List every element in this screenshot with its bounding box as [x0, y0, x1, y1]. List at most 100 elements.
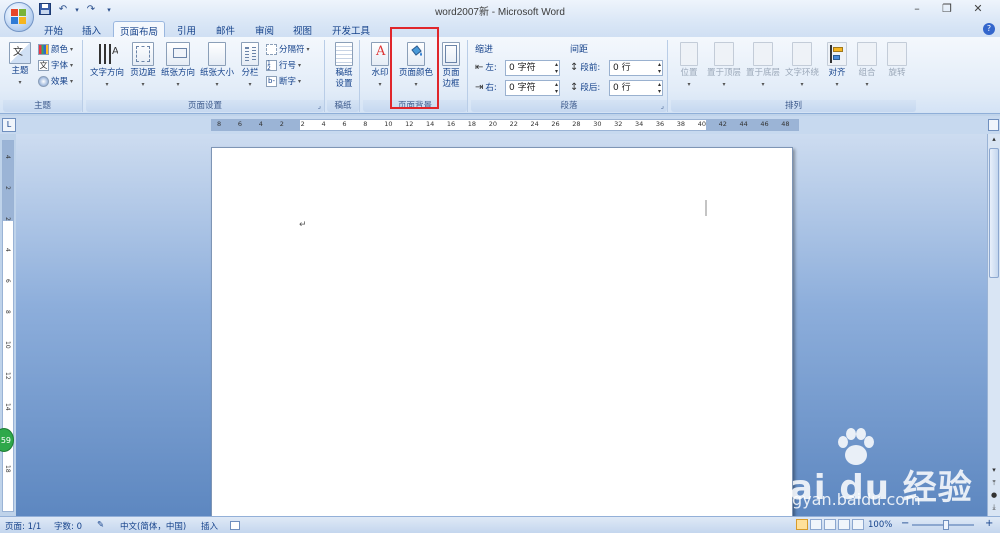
ruler-tick-label: 32: [614, 120, 623, 128]
view-ruler-button[interactable]: [988, 119, 999, 131]
restore-button[interactable]: ❐: [937, 2, 957, 15]
palette-icon: [38, 43, 49, 55]
margins-button[interactable]: 页边距 ▾: [128, 42, 158, 90]
position-label: 位置: [680, 68, 698, 78]
zoom-in-button[interactable]: +: [985, 518, 993, 529]
ruler-tick-label: 6: [4, 279, 11, 283]
vertical-ruler[interactable]: 4224681012141618: [2, 140, 14, 512]
minimize-button[interactable]: –: [907, 2, 927, 15]
spacing-before-value: 0 行: [613, 63, 631, 73]
scrollbar-thumb[interactable]: [989, 148, 999, 278]
align-icon: [827, 42, 847, 66]
scroll-down-arrow-icon[interactable]: ▾: [989, 466, 999, 477]
scroll-up-arrow-icon[interactable]: ▴: [989, 135, 999, 146]
chevron-down-icon: ▾: [70, 77, 74, 85]
draft-settings-button[interactable]: 稿纸 设置: [330, 42, 358, 90]
word-count[interactable]: 字数: 0: [54, 520, 82, 532]
zoom-level[interactable]: 100%: [868, 520, 892, 530]
view-print-layout-icon[interactable]: [796, 519, 808, 530]
proofing-icon[interactable]: ✎: [97, 520, 104, 530]
page-count[interactable]: 页面: 1/1: [5, 520, 41, 532]
group-label-page-setup: 页面设置 ⌟: [86, 100, 324, 112]
spinner-icon[interactable]: ▴ ▾: [658, 81, 661, 95]
previous-page-icon[interactable]: ⤒: [989, 479, 999, 490]
group-button[interactable]: 组合 ▾: [853, 42, 881, 90]
tab-home[interactable]: 开始: [38, 21, 69, 38]
office-button[interactable]: [4, 2, 34, 32]
ruler-tick-label: 40: [697, 120, 706, 128]
vertical-scrollbar[interactable]: ▴ ▾ ⤒ ● ⤓: [987, 134, 1000, 516]
ruler-top-margin: [3, 141, 13, 221]
ruler-tick-label: 18: [4, 465, 11, 473]
indent-right-input[interactable]: 0 字符 ▴ ▾: [505, 80, 560, 96]
office-logo-icon: [11, 9, 27, 25]
group-label-page-setup-text: 页面设置: [187, 101, 222, 111]
language-indicator[interactable]: 中文(简体，中国): [120, 520, 186, 532]
view-web-layout-icon[interactable]: [824, 519, 836, 530]
view-draft-icon[interactable]: [852, 519, 864, 530]
svg-text:A: A: [112, 46, 118, 57]
breaks-button[interactable]: 分隔符 ▾: [266, 42, 310, 56]
theme-colors-button[interactable]: 颜色 ▾: [38, 42, 73, 56]
theme-button[interactable]: 文 主题 ▾: [6, 42, 34, 88]
indent-right-icon: ⇥: [475, 81, 484, 93]
view-full-screen-icon[interactable]: [810, 519, 822, 530]
text-direction-button[interactable]: A 文字方向 ▾: [88, 42, 126, 90]
theme-fonts-button[interactable]: 文 字体 ▾: [38, 58, 73, 72]
group-label-arrange: 排列: [671, 100, 916, 112]
horizontal-ruler[interactable]: 8 6 4 2 2 4 6 8 10 12 14 16 18 20 22 24 26 28 30 32 34 36 38 40…: [211, 119, 799, 131]
indent-left-input[interactable]: 0 字符 ▴ ▾: [505, 60, 560, 76]
indent-left-value: 0 字符: [509, 63, 536, 73]
group-label-paragraph: 段落 ⌟: [471, 100, 667, 112]
spacing-after-input[interactable]: 0 行 ▴ ▾: [609, 80, 663, 96]
spinner-icon[interactable]: ▴ ▾: [555, 81, 558, 95]
tab-insert[interactable]: 插入: [76, 21, 107, 38]
macro-record-icon[interactable]: [230, 521, 240, 530]
tab-references[interactable]: 引用: [171, 21, 202, 38]
tab-review[interactable]: 审阅: [249, 21, 280, 38]
tab-view[interactable]: 视图: [287, 21, 318, 38]
document-page[interactable]: ↵: [211, 147, 793, 516]
size-button[interactable]: 纸张大小 ▾: [198, 42, 236, 90]
align-button[interactable]: 对齐 ▾: [823, 42, 851, 90]
indent-heading: 缩进: [475, 45, 494, 55]
chevron-down-icon: ▾: [176, 81, 180, 88]
orientation-button[interactable]: 纸张方向 ▾: [159, 42, 197, 90]
hyphenation-button[interactable]: b- 断字 ▾: [266, 74, 301, 88]
bring-to-front-label: 置于顶层: [706, 68, 741, 78]
spacing-before-input[interactable]: 0 行 ▴ ▾: [609, 60, 663, 76]
chevron-down-icon: ▾: [835, 81, 839, 88]
ruler-tick-label: 48: [781, 120, 790, 128]
theme-effects-button[interactable]: 效果 ▾: [38, 74, 73, 88]
next-page-icon[interactable]: ⤓: [989, 503, 999, 514]
rotate-button[interactable]: 旋转: [883, 42, 911, 79]
zoom-out-button[interactable]: −: [901, 518, 909, 529]
close-button[interactable]: ✕: [968, 2, 988, 15]
columns-button[interactable]: 分栏 ▾: [238, 42, 262, 90]
bring-to-front-button[interactable]: 置于顶层 ▾: [705, 42, 743, 90]
dialog-launcher-icon[interactable]: ⌟: [661, 100, 664, 112]
insert-mode-indicator[interactable]: 插入: [201, 520, 218, 532]
zoom-slider-thumb[interactable]: [943, 520, 949, 530]
tab-page-layout[interactable]: 页面布局: [113, 21, 166, 38]
page-border-icon: [442, 42, 460, 66]
position-button[interactable]: 位置 ▾: [675, 42, 703, 90]
tab-mailings[interactable]: 邮件: [210, 21, 241, 38]
spinner-icon[interactable]: ▴ ▾: [658, 61, 661, 75]
group-label-btn: 组合: [858, 68, 876, 78]
chevron-down-icon: ▾: [800, 81, 804, 88]
text-wrapping-button[interactable]: 文字环绕 ▾: [783, 42, 821, 90]
line-numbers-button[interactable]: 12 行号 ▾: [266, 58, 301, 72]
spinner-icon[interactable]: ▴ ▾: [555, 61, 558, 75]
select-browse-object-icon[interactable]: ●: [989, 491, 999, 502]
page-borders-button[interactable]: 页面 边框: [438, 42, 464, 90]
group-page-setup: A 文字方向 ▾ 页边距 ▾ 纸张方向 ▾ 纸张大小 ▾ 分栏 ▾ 分隔符 ▾ …: [86, 40, 325, 112]
tab-developer[interactable]: 开发工具: [326, 21, 376, 38]
ruler-tick-label: 4: [258, 120, 263, 128]
help-button[interactable]: ?: [983, 23, 995, 35]
send-to-back-button[interactable]: 置于底层 ▾: [744, 42, 782, 90]
dialog-launcher-icon[interactable]: ⌟: [318, 100, 321, 112]
tab-selector-button[interactable]: L: [2, 118, 16, 132]
ruler-tick-label: 2: [4, 217, 11, 221]
view-outline-icon[interactable]: [838, 519, 850, 530]
